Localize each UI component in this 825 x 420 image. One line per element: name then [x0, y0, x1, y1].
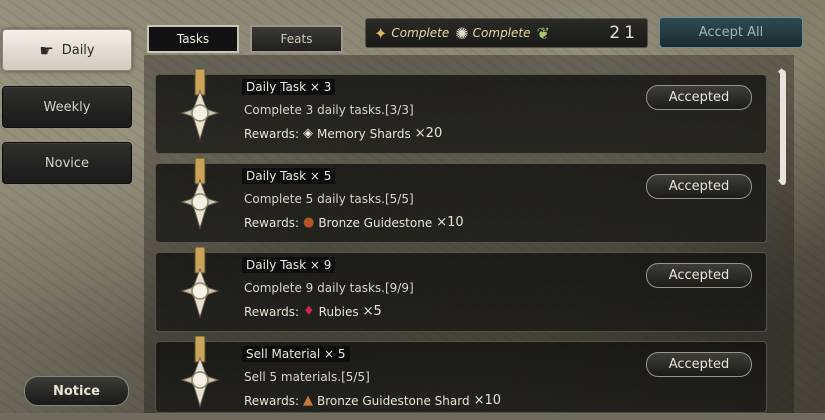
accepted-button[interactable]: Accepted [646, 352, 752, 377]
reward-name: Bronze Guidestone Shard [316, 393, 470, 408]
memory-shard-icon: ◈ [302, 126, 313, 141]
reward-name: Memory Shards [316, 126, 411, 141]
accepted-button[interactable]: Accepted [646, 85, 752, 110]
scrollbar[interactable] [780, 70, 786, 185]
task-description: Complete 5 daily tasks.[5/5] [244, 192, 414, 206]
reward-quantity: ×10 [436, 215, 464, 230]
complete-label: Complete [472, 26, 531, 40]
task-reward: Rewards: ▲ Bronze Guidestone Shard ×10 [244, 393, 501, 408]
tab-tasks[interactable]: Tasks [147, 25, 239, 53]
task-title: Daily Task × 5 [242, 168, 336, 184]
task-card: Daily Task × 9 Complete 9 daily tasks.[9… [155, 247, 767, 332]
reward-name: Rubies [318, 304, 359, 319]
accept-all-label: Accept All [698, 25, 764, 40]
silver-medallion-icon: ✺ [455, 23, 469, 43]
ruby-icon: ♦ [302, 304, 315, 319]
accepted-label: Accepted [668, 90, 730, 105]
completion-count: 21 [609, 23, 639, 43]
task-card: Daily Task × 3 Complete 3 daily tasks.[3… [155, 69, 767, 154]
task-card: Daily Task × 5 Complete 5 daily tasks.[5… [155, 158, 767, 243]
task-description: Complete 9 daily tasks.[9/9] [244, 281, 414, 295]
pointing-hand-icon: ☛ [39, 40, 54, 60]
reward-name: Bronze Guidestone [318, 215, 433, 230]
reward-quantity: ×10 [473, 393, 502, 408]
sidebar-item-label: Novice [44, 155, 90, 171]
sidebar-item-label: Weekly [43, 99, 91, 115]
reward-label: Rewards: [244, 304, 299, 319]
task-title: Sell Material × 5 [242, 346, 350, 362]
bronze-guidestone-icon: ● [302, 215, 315, 230]
tab-label: Feats [280, 32, 313, 46]
bronze-guidestone-shard-icon: ▲ [302, 393, 313, 408]
tab-label: Tasks [176, 32, 210, 46]
reward-label: Rewards: [244, 215, 299, 230]
sidebar-item-daily[interactable]: ☛ Daily [2, 29, 132, 71]
task-description: Sell 5 materials.[5/5] [244, 370, 370, 384]
sidebar-item-label: Daily [61, 42, 95, 58]
sidebar-item-novice[interactable]: Novice [2, 142, 132, 184]
notice-button[interactable]: Notice [24, 376, 129, 406]
medal-icon [180, 69, 220, 141]
accept-all-button[interactable]: Accept All [659, 17, 803, 48]
accepted-label: Accepted [668, 357, 730, 372]
medal-icon [180, 336, 220, 408]
reward-quantity: ×20 [414, 126, 443, 141]
task-card: Sell Material × 5 Sell 5 materials.[5/5]… [155, 336, 767, 413]
reward-label: Rewards: [244, 126, 299, 141]
task-title: Daily Task × 3 [242, 79, 336, 95]
task-reward: Rewards: ◈ Memory Shards ×20 [244, 126, 442, 141]
completion-progress: ✦ Complete ✺ Complete ❦ 21 [365, 18, 648, 48]
sidebar-item-weekly[interactable]: Weekly [2, 86, 132, 128]
accepted-label: Accepted [668, 179, 730, 194]
task-title: Daily Task × 9 [242, 257, 336, 273]
task-reward: Rewards: ♦ Rubies ×5 [244, 304, 382, 319]
accepted-button[interactable]: Accepted [646, 174, 752, 199]
reward-label: Rewards: [244, 393, 299, 408]
medal-icon [180, 158, 220, 230]
accepted-button[interactable]: Accepted [646, 263, 752, 288]
gold-crest-icon: ✦ [374, 23, 388, 43]
task-description: Complete 3 daily tasks.[3/3] [244, 103, 414, 117]
tab-feats[interactable]: Feats [250, 25, 343, 53]
complete-label: Complete [391, 26, 450, 40]
task-reward: Rewards: ● Bronze Guidestone ×10 [244, 215, 464, 230]
leaf-crest-icon: ❦ [536, 23, 550, 43]
medal-icon [180, 247, 220, 319]
reward-quantity: ×5 [362, 304, 382, 319]
scroll-down-icon[interactable]: ◆ [778, 176, 785, 186]
notice-label: Notice [52, 383, 100, 399]
accepted-label: Accepted [668, 268, 730, 283]
